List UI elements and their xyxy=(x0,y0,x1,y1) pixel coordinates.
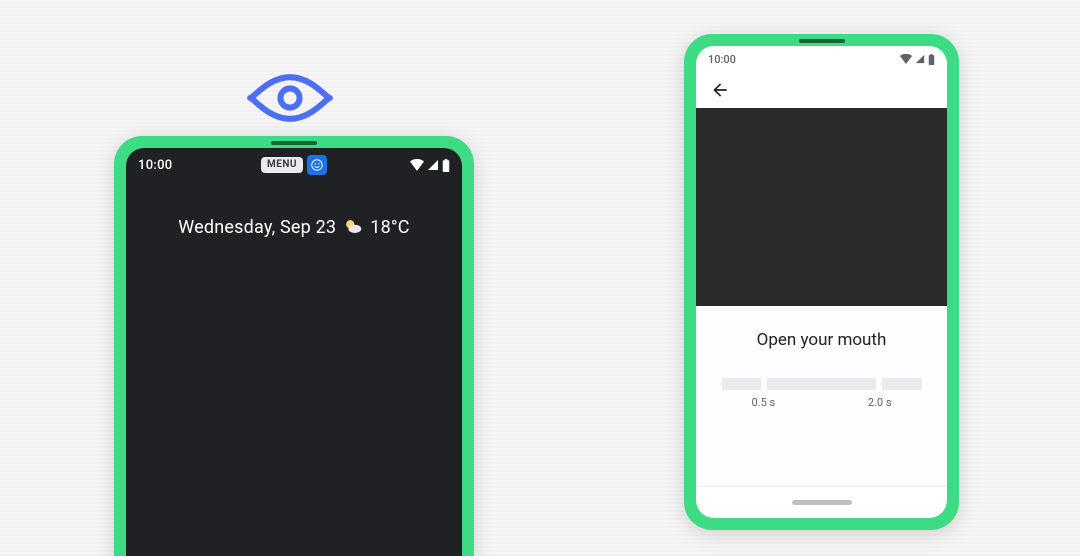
phone-speaker xyxy=(271,141,317,145)
status-right-icons xyxy=(410,159,450,172)
phone-mock-right: 10:00 Open your mouth 0.5 s 2.0 s xyxy=(684,34,959,530)
instruction-text: Open your mouth xyxy=(757,330,887,350)
status-clock: 10:00 xyxy=(708,53,736,66)
status-bar: 10:00 xyxy=(696,46,947,72)
gesture-size-slider[interactable] xyxy=(722,378,922,390)
accessibility-indicator[interactable]: MENU xyxy=(261,155,327,175)
arrow-back-icon xyxy=(710,80,730,100)
slider-segment xyxy=(722,378,762,390)
weather-icon xyxy=(342,216,364,238)
slider-segment xyxy=(767,378,876,390)
wifi-icon xyxy=(410,159,424,171)
nav-pill-icon xyxy=(792,500,852,505)
wifi-icon xyxy=(900,54,912,64)
battery-icon xyxy=(928,54,935,65)
phone-left-screen: 10:00 MENU Wednesday, Sep 23 18°C xyxy=(126,148,462,556)
status-bar: 10:00 MENU xyxy=(126,148,462,182)
menu-pill: MENU xyxy=(261,157,303,173)
eye-icon xyxy=(245,72,335,124)
status-clock: 10:00 xyxy=(138,158,172,173)
gesture-instruction-panel: Open your mouth 0.5 s 2.0 s xyxy=(696,306,947,486)
signal-icon xyxy=(427,159,439,171)
slider-tick-labels: 0.5 s 2.0 s xyxy=(722,396,922,409)
temperature-text: 18°C xyxy=(370,217,409,238)
gesture-nav-bar[interactable] xyxy=(696,486,947,518)
at-a-glance-row[interactable]: Wednesday, Sep 23 18°C xyxy=(126,216,462,238)
slider-tick-right: 2.0 s xyxy=(868,396,892,409)
phone-mock-left: 10:00 MENU Wednesday, Sep 23 18°C xyxy=(114,136,474,556)
phone-right-screen: 10:00 Open your mouth 0.5 s 2.0 s xyxy=(696,46,947,518)
status-right-icons xyxy=(900,54,935,65)
camera-preview xyxy=(696,108,947,306)
slider-segment xyxy=(882,378,922,390)
date-text: Wednesday, Sep 23 xyxy=(178,217,336,238)
slider-tick-left: 0.5 s xyxy=(752,396,776,409)
app-bar xyxy=(696,72,947,108)
battery-icon xyxy=(442,159,450,172)
camera-switch-face-icon xyxy=(307,155,327,175)
phone-speaker xyxy=(799,39,845,43)
back-button[interactable] xyxy=(706,76,734,104)
signal-icon xyxy=(915,54,925,64)
